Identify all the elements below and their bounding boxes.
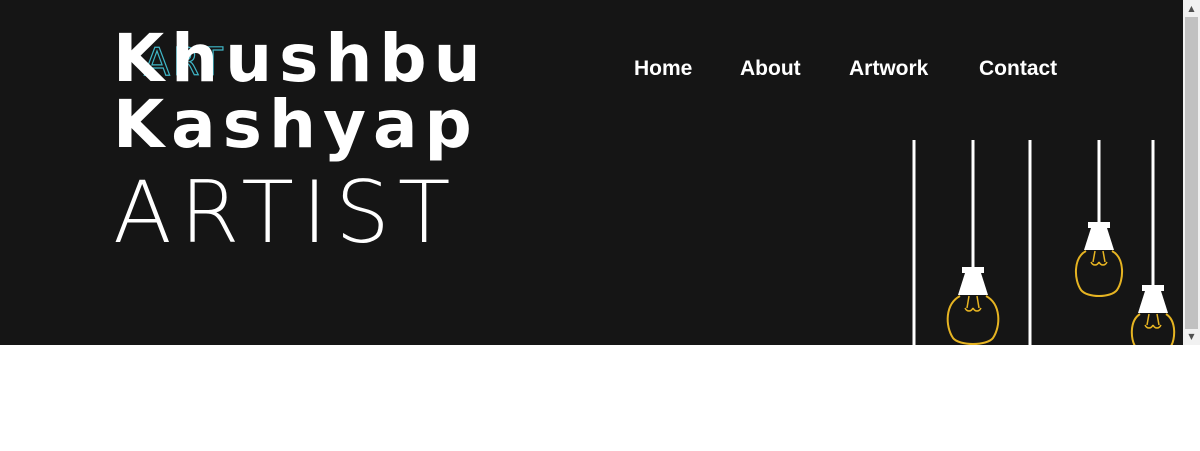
scroll-up-icon[interactable]: ▲ — [1183, 0, 1200, 17]
scroll-down-icon[interactable]: ▼ — [1183, 328, 1200, 345]
nav-artwork-link[interactable]: Artwork — [849, 54, 928, 84]
artist-last-name: Kashyap — [113, 86, 479, 163]
vertical-scrollbar[interactable]: ▲ ▼ — [1183, 0, 1200, 345]
light-bulb-icon — [1130, 140, 1176, 345]
scrollbar-thumb[interactable] — [1185, 17, 1198, 329]
nav-home-link[interactable]: Home — [634, 54, 692, 84]
light-bulb-icon — [946, 140, 1000, 345]
artist-name: Khushbu Kashyap — [113, 26, 488, 158]
nav-about-link[interactable]: About — [740, 54, 801, 84]
hero-section: ART Khushbu Kashyap ARTIST Home About Ar… — [0, 0, 1183, 345]
light-bulb-icon — [1075, 140, 1123, 297]
page-content-area — [0, 345, 1200, 451]
hanging-bulbs-illustration — [912, 140, 1176, 345]
artist-first-name: Khushbu — [113, 20, 488, 97]
artist-role: ARTIST — [113, 163, 459, 263]
nav-contact-link[interactable]: Contact — [979, 54, 1057, 84]
